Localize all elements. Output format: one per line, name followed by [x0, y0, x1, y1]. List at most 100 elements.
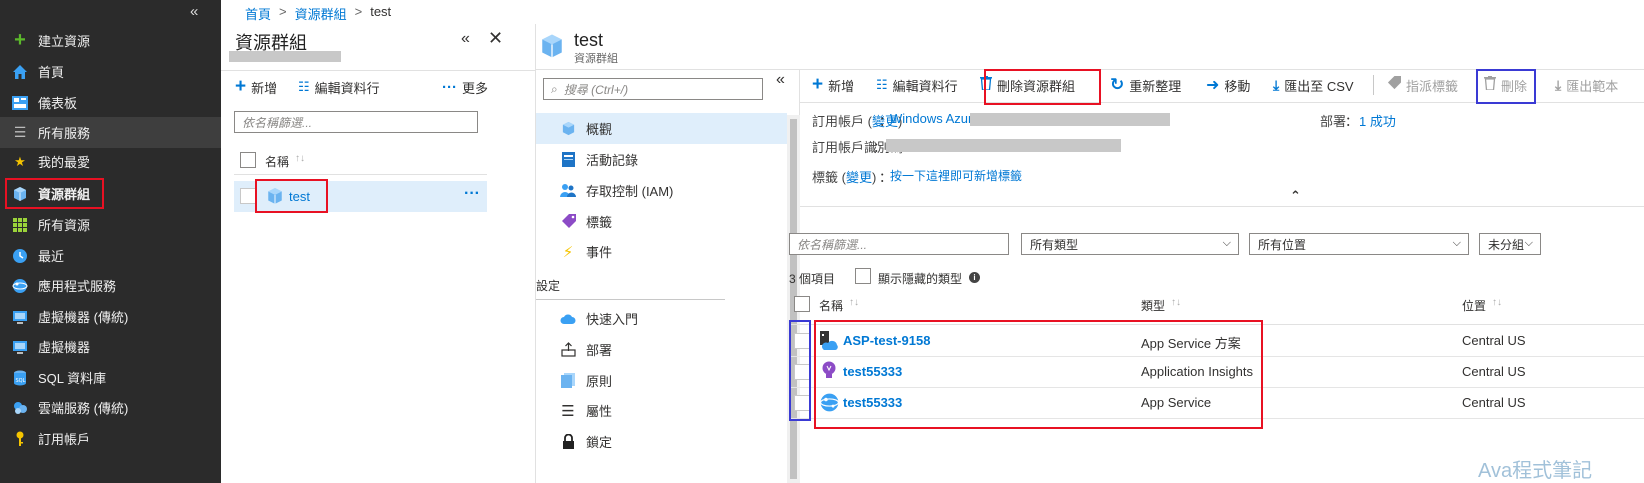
delete-resource-group-button[interactable]: 刪除資源群組: [980, 73, 1075, 97]
people-icon: [560, 183, 576, 199]
assign-tags-button[interactable]: 指派標籤: [1387, 73, 1458, 97]
resource-type: Application Insights: [1141, 364, 1254, 379]
menu-item-events[interactable]: ⚡ 事件: [536, 236, 800, 267]
menu-search-input[interactable]: ⌕ 搜尋 (Ctrl+/): [543, 78, 763, 100]
menu-label: 活動記錄: [586, 153, 639, 168]
nav-label: 虛擬機器: [38, 340, 91, 355]
tag-icon: [560, 214, 576, 230]
row-checkbox[interactable]: [240, 188, 256, 204]
select-all-resources-checkbox[interactable]: [794, 296, 810, 312]
table-row[interactable]: test ···: [234, 181, 487, 212]
resource-menu: ⌕ 搜尋 (Ctrl+/) « 概觀 活動記錄 存取控制 (IAM) 標籤 ⚡ …: [536, 70, 800, 483]
edit-columns-button[interactable]: ☷ 編輯資料行: [876, 73, 958, 97]
nav-item-create-resource[interactable]: + 建立資源: [0, 25, 221, 56]
nav-item-vm[interactable]: 虛擬機器: [0, 331, 221, 362]
resource-name-link[interactable]: test55333: [843, 395, 902, 410]
resource-group-link[interactable]: test: [289, 189, 310, 204]
nav-item-all-services[interactable]: ☰ 所有服務: [0, 117, 221, 148]
move-button[interactable]: ➜ 移動: [1206, 73, 1250, 97]
nav-item-resource-groups[interactable]: 資源群組: [0, 178, 221, 209]
menu-item-properties[interactable]: ☰ 屬性: [536, 395, 800, 426]
chevron-down-icon: ⌵: [1524, 237, 1533, 249]
page-title: test: [574, 30, 604, 50]
row-checkbox[interactable]: [794, 395, 810, 411]
nav-item-dashboard[interactable]: 儀表板: [0, 87, 221, 118]
policy-icon: [560, 373, 576, 389]
export-csv-button[interactable]: ⤓ 匯出至 CSV: [1273, 73, 1354, 97]
divider: [800, 102, 1644, 103]
nav-item-cloud-services[interactable]: 雲端服務 (傳統): [0, 392, 221, 423]
log-icon: [560, 152, 576, 168]
table-row[interactable]: ASP-test-9158 App Service 方案 Central US: [789, 326, 1644, 357]
search-icon: ⌕: [551, 81, 558, 96]
add-resource-button[interactable]: + 新增: [812, 73, 854, 97]
filter-by-name-input[interactable]: 依名稱篩選...: [789, 233, 1009, 255]
deployments-link[interactable]: 1 成功: [1359, 111, 1396, 130]
more-button[interactable]: ··· 更多: [442, 75, 488, 99]
column-name-header[interactable]: 名稱: [819, 297, 843, 314]
location-filter-select[interactable]: 所有位置 ⌵: [1249, 233, 1469, 255]
sort-icon[interactable]: ↑↓: [849, 297, 859, 308]
nav-item-sql[interactable]: SQL SQL 資料庫: [0, 362, 221, 393]
filter-by-name-input[interactable]: 依名稱篩選...: [234, 111, 478, 133]
type-filter-select[interactable]: 所有類型 ⌵: [1021, 233, 1239, 255]
select-all-checkbox[interactable]: [240, 152, 256, 168]
nav-item-home[interactable]: 首頁: [0, 56, 221, 87]
refresh-button[interactable]: ↻ 重新整理: [1110, 73, 1181, 97]
row-more-button[interactable]: ···: [464, 185, 480, 203]
table-row[interactable]: test55333 App Service Central US: [789, 388, 1644, 419]
delete-button[interactable]: 刪除: [1484, 73, 1527, 97]
sort-icon[interactable]: ↑↓: [1171, 297, 1181, 308]
resource-group-icon: [266, 187, 284, 208]
column-type-header[interactable]: 類型: [1141, 297, 1165, 314]
nav-item-subscriptions[interactable]: 訂用帳戶: [0, 423, 221, 454]
collapse-essentials-button[interactable]: ⌃: [1290, 188, 1301, 204]
menu-item-overview[interactable]: 概觀: [536, 113, 787, 144]
close-blade-button[interactable]: ✕: [488, 28, 503, 49]
edit-columns-label: 編輯資料行: [892, 78, 958, 94]
group-by-select[interactable]: 未分組 ⌵: [1479, 233, 1541, 255]
delete-rg-label: 刪除資源群組: [997, 78, 1076, 94]
subscription-name-link[interactable]: Windows Azure: [890, 111, 980, 126]
nav-item-vm-classic[interactable]: 虛擬機器 (傳統): [0, 301, 221, 332]
settings-section-header: 設定: [536, 279, 561, 293]
chevron-down-icon: ⌵: [1222, 237, 1231, 249]
sort-icon[interactable]: ↑↓: [1492, 297, 1502, 308]
collapse-nav-button[interactable]: «: [190, 3, 198, 20]
row-checkbox[interactable]: [794, 364, 810, 380]
list-icon: ☰: [13, 124, 27, 140]
breadcrumb: 首頁 > 資源群組 > test: [245, 4, 391, 23]
row-checkbox[interactable]: [794, 333, 810, 349]
show-hidden-types-checkbox[interactable]: [855, 268, 871, 284]
column-name-header[interactable]: 名稱: [265, 153, 289, 170]
info-icon[interactable]: i: [969, 272, 980, 283]
menu-item-activity-log[interactable]: 活動記錄: [536, 144, 800, 175]
menu-item-tags[interactable]: 標籤: [536, 206, 800, 237]
resource-name-link[interactable]: ASP-test-9158: [843, 333, 930, 348]
breadcrumb-resource-groups[interactable]: 資源群組: [295, 4, 347, 23]
add-button[interactable]: + 新增: [235, 75, 277, 99]
column-location-header[interactable]: 位置: [1462, 297, 1486, 314]
nav-item-app-services[interactable]: 應用程式服務: [0, 270, 221, 301]
nav-item-all-resources[interactable]: 所有資源: [0, 209, 221, 240]
edit-columns-button[interactable]: ☷ 編輯資料行: [298, 75, 380, 99]
menu-item-locks[interactable]: 鎖定: [536, 426, 800, 457]
change-tags-link[interactable]: 變更: [846, 170, 872, 185]
minimize-blade-button[interactable]: «: [461, 30, 470, 48]
table-row[interactable]: test55333 Application Insights Central U…: [789, 357, 1644, 388]
export-template-button[interactable]: ⤓ 匯出範本: [1555, 73, 1618, 97]
columns-icon: ☷: [298, 79, 310, 94]
add-tags-link[interactable]: 按一下這裡即可新增標籤: [890, 167, 1022, 184]
resource-location: Central US: [1462, 395, 1526, 410]
sort-icon[interactable]: ↑↓: [295, 153, 305, 164]
breadcrumb-home[interactable]: 首頁: [245, 4, 271, 23]
resource-name-link[interactable]: test55333: [843, 364, 902, 379]
menu-item-quickstart[interactable]: 快速入門: [536, 303, 800, 334]
menu-item-policies[interactable]: 原則: [536, 365, 800, 396]
menu-item-deployments[interactable]: 部署: [536, 334, 800, 365]
nav-item-recent[interactable]: 最近: [0, 240, 221, 271]
menu-item-iam[interactable]: 存取控制 (IAM): [536, 175, 800, 206]
deployments-label: 部署: [1320, 114, 1347, 129]
location-filter-value: 所有位置: [1258, 237, 1307, 252]
collapse-menu-button[interactable]: «: [776, 71, 785, 89]
